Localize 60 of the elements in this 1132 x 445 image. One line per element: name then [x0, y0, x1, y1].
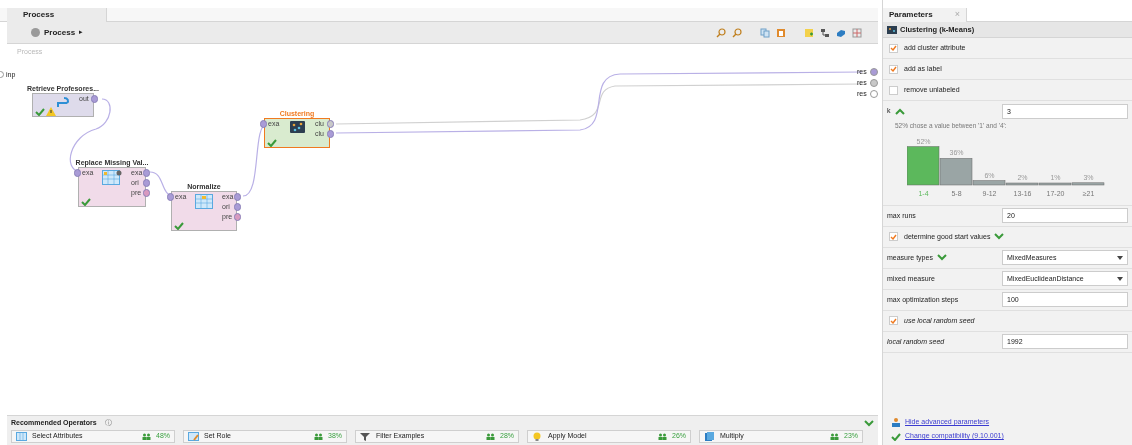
port[interactable]	[143, 189, 150, 197]
chevron-icon[interactable]	[936, 254, 947, 262]
port[interactable]	[74, 169, 81, 177]
check-icon	[890, 45, 897, 51]
port[interactable]	[234, 203, 241, 211]
grid-icon[interactable]	[852, 27, 862, 38]
port[interactable]	[143, 179, 150, 187]
port[interactable]	[870, 79, 878, 87]
arrow-icon	[55, 96, 71, 108]
port[interactable]	[327, 120, 334, 128]
table-icon	[188, 432, 199, 441]
port[interactable]	[327, 130, 334, 138]
circle-icon	[31, 28, 40, 37]
checkbox[interactable]	[889, 43, 898, 53]
parameters-tab[interactable]: Parameters ×	[883, 8, 967, 22]
copy-icon[interactable]	[760, 27, 770, 38]
checkbox[interactable]	[889, 64, 898, 74]
checkbox[interactable]	[889, 316, 898, 326]
port[interactable]	[91, 95, 98, 103]
zoom-out-icon[interactable]	[732, 27, 742, 38]
check-icon	[890, 66, 897, 72]
table-icon	[16, 432, 27, 441]
port[interactable]	[143, 169, 150, 177]
checkbox[interactable]	[889, 232, 898, 242]
port[interactable]	[234, 193, 241, 201]
note-icon[interactable]	[804, 27, 814, 38]
port[interactable]	[260, 120, 267, 128]
port[interactable]	[870, 90, 878, 98]
layout-icon[interactable]	[820, 27, 830, 38]
layers-icon[interactable]	[836, 27, 846, 38]
chevron-icon[interactable]	[894, 107, 905, 115]
port[interactable]	[167, 193, 174, 201]
check-icon	[890, 233, 897, 240]
port[interactable]	[870, 68, 878, 76]
operator-node[interactable]	[32, 93, 94, 117]
check-icon	[890, 317, 897, 324]
filter-icon	[360, 432, 371, 441]
bar	[907, 146, 940, 185]
people-icon	[314, 433, 323, 440]
caret-icon	[1117, 276, 1123, 281]
process-tab[interactable]: Process	[7, 8, 107, 22]
chevron-icon[interactable]	[994, 233, 1005, 241]
clipboard-icon[interactable]	[776, 27, 786, 38]
people-icon	[486, 433, 495, 440]
people-icon	[891, 418, 901, 427]
caret-icon	[1117, 255, 1123, 260]
breadcrumb-link[interactable]: Process	[44, 26, 76, 39]
people-icon	[142, 433, 151, 440]
checkbox[interactable]	[889, 85, 898, 95]
people-icon	[830, 433, 839, 440]
table-icon	[195, 194, 213, 209]
zoom-in-icon[interactable]	[716, 27, 726, 38]
port[interactable]	[234, 213, 241, 221]
table-icon	[102, 170, 122, 185]
lightbulb-icon	[532, 432, 543, 441]
scatter-icon	[887, 25, 897, 34]
people-icon	[658, 433, 667, 440]
chevron-icon[interactable]	[864, 419, 874, 427]
stack-icon	[704, 432, 715, 441]
check-icon	[891, 432, 901, 441]
